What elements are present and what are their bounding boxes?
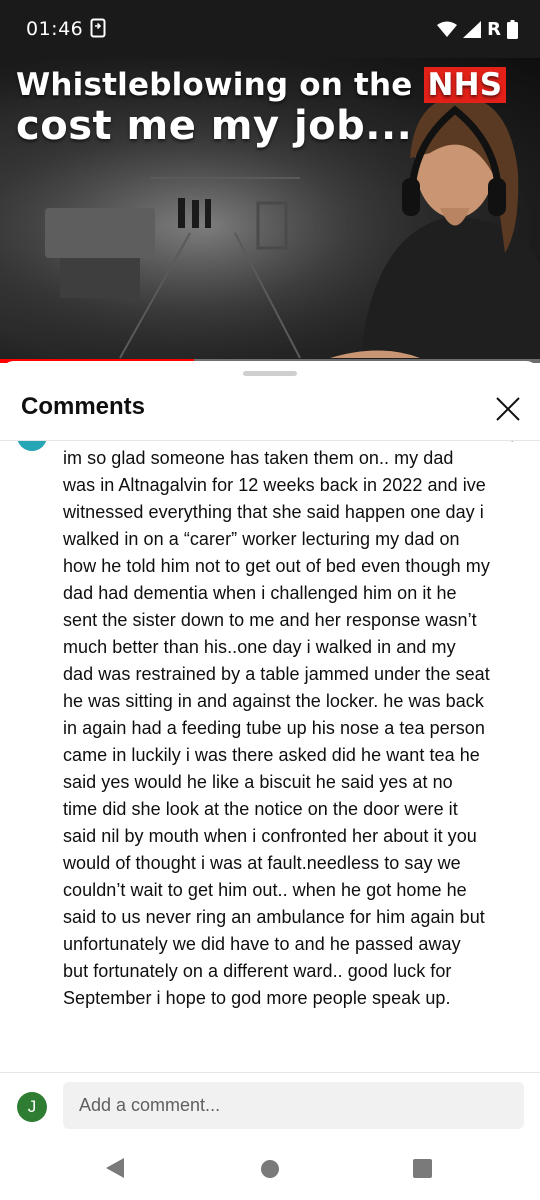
back-icon[interactable] xyxy=(105,1157,125,1179)
comment-text: im so glad someone has taken them on.. m… xyxy=(63,448,490,1008)
home-icon[interactable] xyxy=(260,1159,280,1179)
composer-divider xyxy=(0,1072,540,1073)
system-nav-bar xyxy=(0,1139,540,1200)
video-player[interactable]: Whistleblowing on the NHS cost me my job… xyxy=(0,58,540,363)
video-title-line2: cost me my job... xyxy=(16,103,413,149)
comment-thread: ⁝ im so glad someone has taken them on..… xyxy=(0,441,540,1071)
network-indicator: R xyxy=(487,18,501,40)
battery-icon xyxy=(507,19,518,39)
status-icons: R xyxy=(437,18,518,40)
comments-title: Comments xyxy=(21,393,146,420)
status-time: 01:46 xyxy=(26,18,84,40)
video-title-tag: NHS xyxy=(423,67,507,103)
phone-link-icon xyxy=(90,18,106,38)
user-avatar[interactable]: J xyxy=(17,1092,47,1122)
signal-icon xyxy=(463,20,482,38)
add-comment-input[interactable] xyxy=(63,1082,524,1129)
recents-icon[interactable] xyxy=(413,1159,432,1178)
status-bar: 01:46 R xyxy=(0,0,540,58)
video-title-line1: Whistleblowing on the xyxy=(16,67,413,103)
close-icon[interactable] xyxy=(492,393,524,425)
video-title: Whistleblowing on the NHS cost me my job… xyxy=(16,67,507,149)
comments-sheet: Comments ⁝ im so glad someone has taken … xyxy=(0,361,540,1200)
commenter-avatar[interactable] xyxy=(17,441,47,451)
drag-handle[interactable] xyxy=(243,371,297,376)
wifi-icon xyxy=(437,21,458,37)
